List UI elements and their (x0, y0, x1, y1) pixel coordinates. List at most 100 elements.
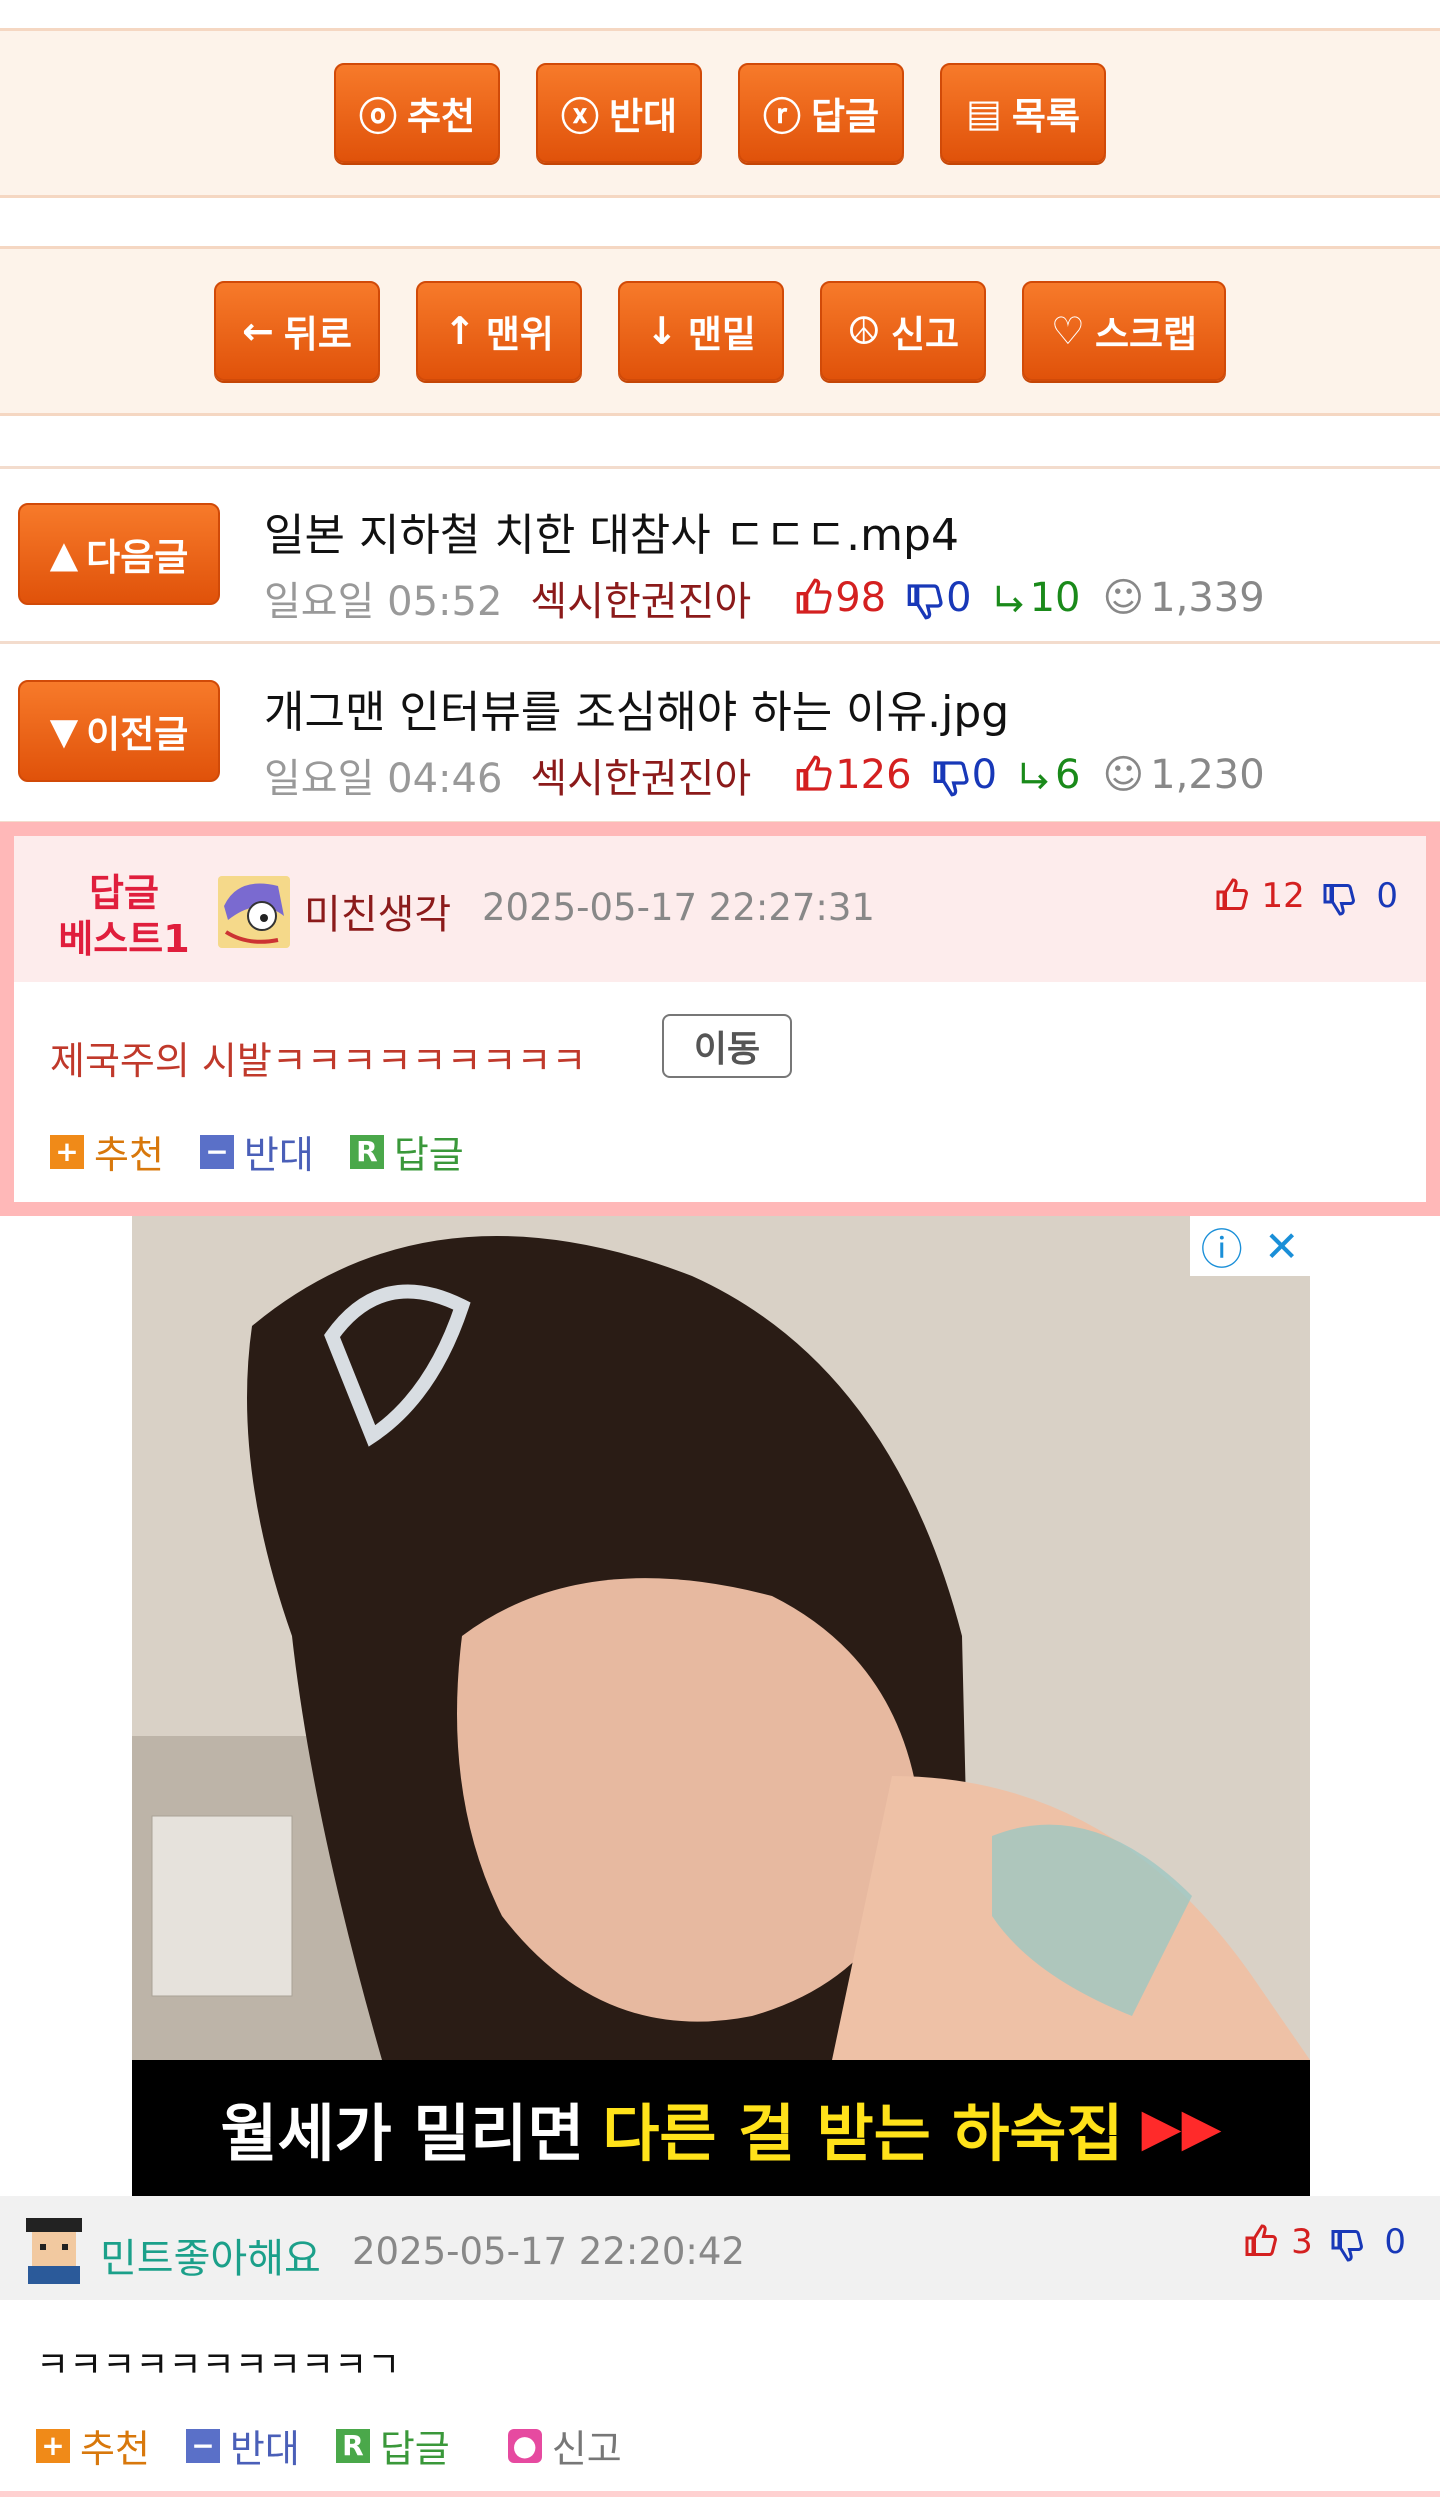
reply-r-icon: R (349, 1134, 384, 1169)
report-label: 신고 (890, 313, 960, 356)
next-post-meta: 일요일 05:52 섹시한권진아 98 0 10 ☺ 1,339 (264, 569, 1265, 627)
oppose-circle-icon: ⓧ (560, 94, 599, 139)
prev-post-meta: 일요일 04:46 섹시한권진아 126 0 6 ☺ 1,230 (264, 746, 1265, 804)
post-author[interactable]: 섹시한권진아 (530, 746, 751, 804)
oppose-button[interactable]: ⓧ 반대 (536, 63, 702, 163)
comment-nickname[interactable]: 민트좋아해요 (100, 2226, 321, 2284)
ad-caption-yellow: 다른 걸 받는 하숙집 (602, 2097, 1124, 2170)
post-time: 일요일 04:46 (264, 756, 503, 802)
scroll-top-label: 맨위 (485, 313, 554, 356)
prev-post-button-label: 이전글 (86, 713, 189, 756)
best-comment-actions: + 추천 − 반대 R 답글 (50, 1124, 464, 1179)
views-icon: ☺ (1102, 575, 1145, 621)
comment-up-count: 12 (1261, 876, 1305, 916)
oppose-text: 반대 (229, 2427, 300, 2471)
report-text: 신고 (551, 2427, 622, 2471)
thumbs-up-icon (1216, 878, 1248, 910)
heart-icon: ♡ (1050, 309, 1085, 353)
comment-nickname[interactable]: 미친생각 (304, 882, 451, 940)
prev-post-row[interactable]: ▼ 이전글 개그맨 인터뷰를 조심해야 하는 이유.jpg 일요일 04:46 … (0, 646, 1440, 824)
thumbs-down-icon (906, 575, 946, 621)
next-post-title[interactable]: 일본 지하철 치한 대참사 ㄷㄷㄷ.mp4 (264, 499, 959, 563)
post-reply-count: 10 (1029, 575, 1081, 621)
comment-text: ㅋㅋㅋㅋㅋㅋㅋㅋㅋㅋㄱ (36, 2345, 401, 2386)
comment-oppose-button[interactable]: − 반대 (199, 1124, 314, 1179)
comment-reply-button[interactable]: R 답글 (349, 1124, 464, 1179)
fast-forward-icon: ▶▶ (1141, 2098, 1222, 2158)
comment-reply-button[interactable]: R 답글 (335, 2418, 450, 2473)
post-time: 일요일 05:52 (264, 579, 503, 625)
comment-oppose-button[interactable]: − 반대 (185, 2418, 300, 2473)
back-button[interactable]: ← 뒤로 (214, 281, 380, 381)
best-label-line2: 베스트1 (58, 917, 190, 961)
post-up-count: 126 (835, 752, 912, 798)
thumbs-down-icon (932, 752, 972, 798)
ad-caption-white: 월세가 밀리면 (220, 2097, 585, 2170)
scrap-label: 스크랩 (1094, 313, 1198, 356)
reply-arrow-icon (1017, 752, 1055, 798)
report-button[interactable]: ☮ 신고 (820, 281, 986, 381)
oppose-text: 반대 (243, 1133, 314, 1177)
comment-recommend-button[interactable]: + 추천 (50, 1124, 164, 1179)
triangle-up-icon: ▲ (49, 532, 79, 576)
views-icon: ☺ (1102, 752, 1145, 798)
post-view-count: 1,230 (1150, 752, 1265, 798)
comment-datetime: 2025-05-17 22:20:42 (352, 2230, 745, 2273)
comment-up-count: 3 (1291, 2222, 1313, 2262)
reply-text: 답글 (393, 1133, 464, 1177)
post-reply-count: 6 (1055, 752, 1081, 798)
info-icon[interactable]: ⓘ (1201, 1216, 1243, 1277)
arrow-down-icon: ↓ (646, 309, 678, 353)
post-up-count: 98 (835, 575, 887, 621)
thumbs-up-icon (795, 752, 835, 798)
post-down-count: 0 (946, 575, 972, 621)
best-reply-label: 답글 베스트1 (44, 870, 204, 962)
comment-votes: 3 0 (1244, 2222, 1406, 2263)
advertisement-banner[interactable]: ⓘ ✕ 월세가 밀리면 다른 걸 받는 하숙집 ▶▶ (132, 1216, 1310, 2196)
comment-divider (0, 2491, 1440, 2497)
minus-icon: − (199, 1134, 234, 1169)
scrap-button[interactable]: ♡ 스크랩 (1022, 281, 1226, 381)
recommend-text: 추천 (94, 1133, 164, 1177)
comment-item: 민트좋아해요 2025-05-17 22:20:42 3 0 ㅋㅋㅋㅋㅋㅋㅋㅋㅋ… (0, 2196, 1440, 2497)
plus-icon: + (36, 2428, 70, 2463)
triangle-down-icon: ▼ (49, 709, 79, 753)
list-icon: ▤ (966, 91, 1002, 135)
scroll-bottom-button[interactable]: ↓ 맨밑 (618, 281, 784, 381)
reply-r-icon: R (335, 2428, 370, 2463)
post-nav-bar: ← 뒤로 ↑ 맨위 ↓ 맨밑 ☮ 신고 ♡ 스크랩 (0, 246, 1440, 416)
thumbs-down-icon (1331, 2230, 1363, 2262)
thumbs-down-icon (1323, 884, 1355, 916)
comment-actions: + 추천 − 반대 R 답글 ● 신고 (36, 2418, 622, 2473)
list-button[interactable]: ▤ 목록 (940, 63, 1106, 163)
next-post-row[interactable]: ▲ 다음글 일본 지하철 치한 대참사 ㄷㄷㄷ.mp4 일요일 05:52 섹시… (0, 466, 1440, 644)
comment-header: 민트좋아해요 2025-05-17 22:20:42 3 0 (0, 2196, 1440, 2300)
comment-down-count: 0 (1384, 2222, 1406, 2262)
next-post-button[interactable]: ▲ 다음글 (18, 503, 220, 605)
comment-report-button[interactable]: ● 신고 (507, 2418, 622, 2473)
arrow-left-icon: ← (242, 309, 274, 353)
post-author[interactable]: 섹시한권진아 (530, 569, 751, 627)
best-label-line1: 답글 (89, 871, 159, 915)
prev-post-title[interactable]: 개그맨 인터뷰를 조심해야 하는 이유.jpg (264, 676, 1009, 740)
reply-arrow-icon (992, 575, 1030, 621)
reply-button[interactable]: ⓡ 답글 (738, 63, 904, 163)
next-post-button-label: 다음글 (86, 536, 189, 579)
recommend-button[interactable]: ⓞ 추천 (334, 63, 500, 163)
comment-votes: 12 0 (1215, 876, 1398, 917)
prev-post-button[interactable]: ▼ 이전글 (18, 680, 220, 782)
comment-recommend-button[interactable]: + 추천 (36, 2418, 150, 2473)
move-button[interactable]: 이동 (662, 1014, 792, 1078)
avatar[interactable] (218, 876, 290, 948)
recommend-circle-icon: ⓞ (358, 94, 397, 139)
best-comment-text: 제국주의 시발ㅋㅋㅋㅋㅋㅋㅋㅋㅋ (50, 1039, 587, 1083)
scroll-top-button[interactable]: ↑ 맨위 (416, 281, 582, 381)
avatar[interactable] (18, 2212, 90, 2284)
siren-icon: ● (507, 2428, 542, 2463)
reply-text: 답글 (379, 2427, 450, 2471)
close-icon[interactable]: ✕ (1264, 1222, 1299, 1271)
ad-caption: 월세가 밀리면 다른 걸 받는 하숙집 ▶▶ (132, 2060, 1310, 2196)
thumbs-up-icon (795, 575, 835, 621)
back-label: 뒤로 (283, 313, 352, 356)
comment-down-count: 0 (1376, 876, 1398, 916)
